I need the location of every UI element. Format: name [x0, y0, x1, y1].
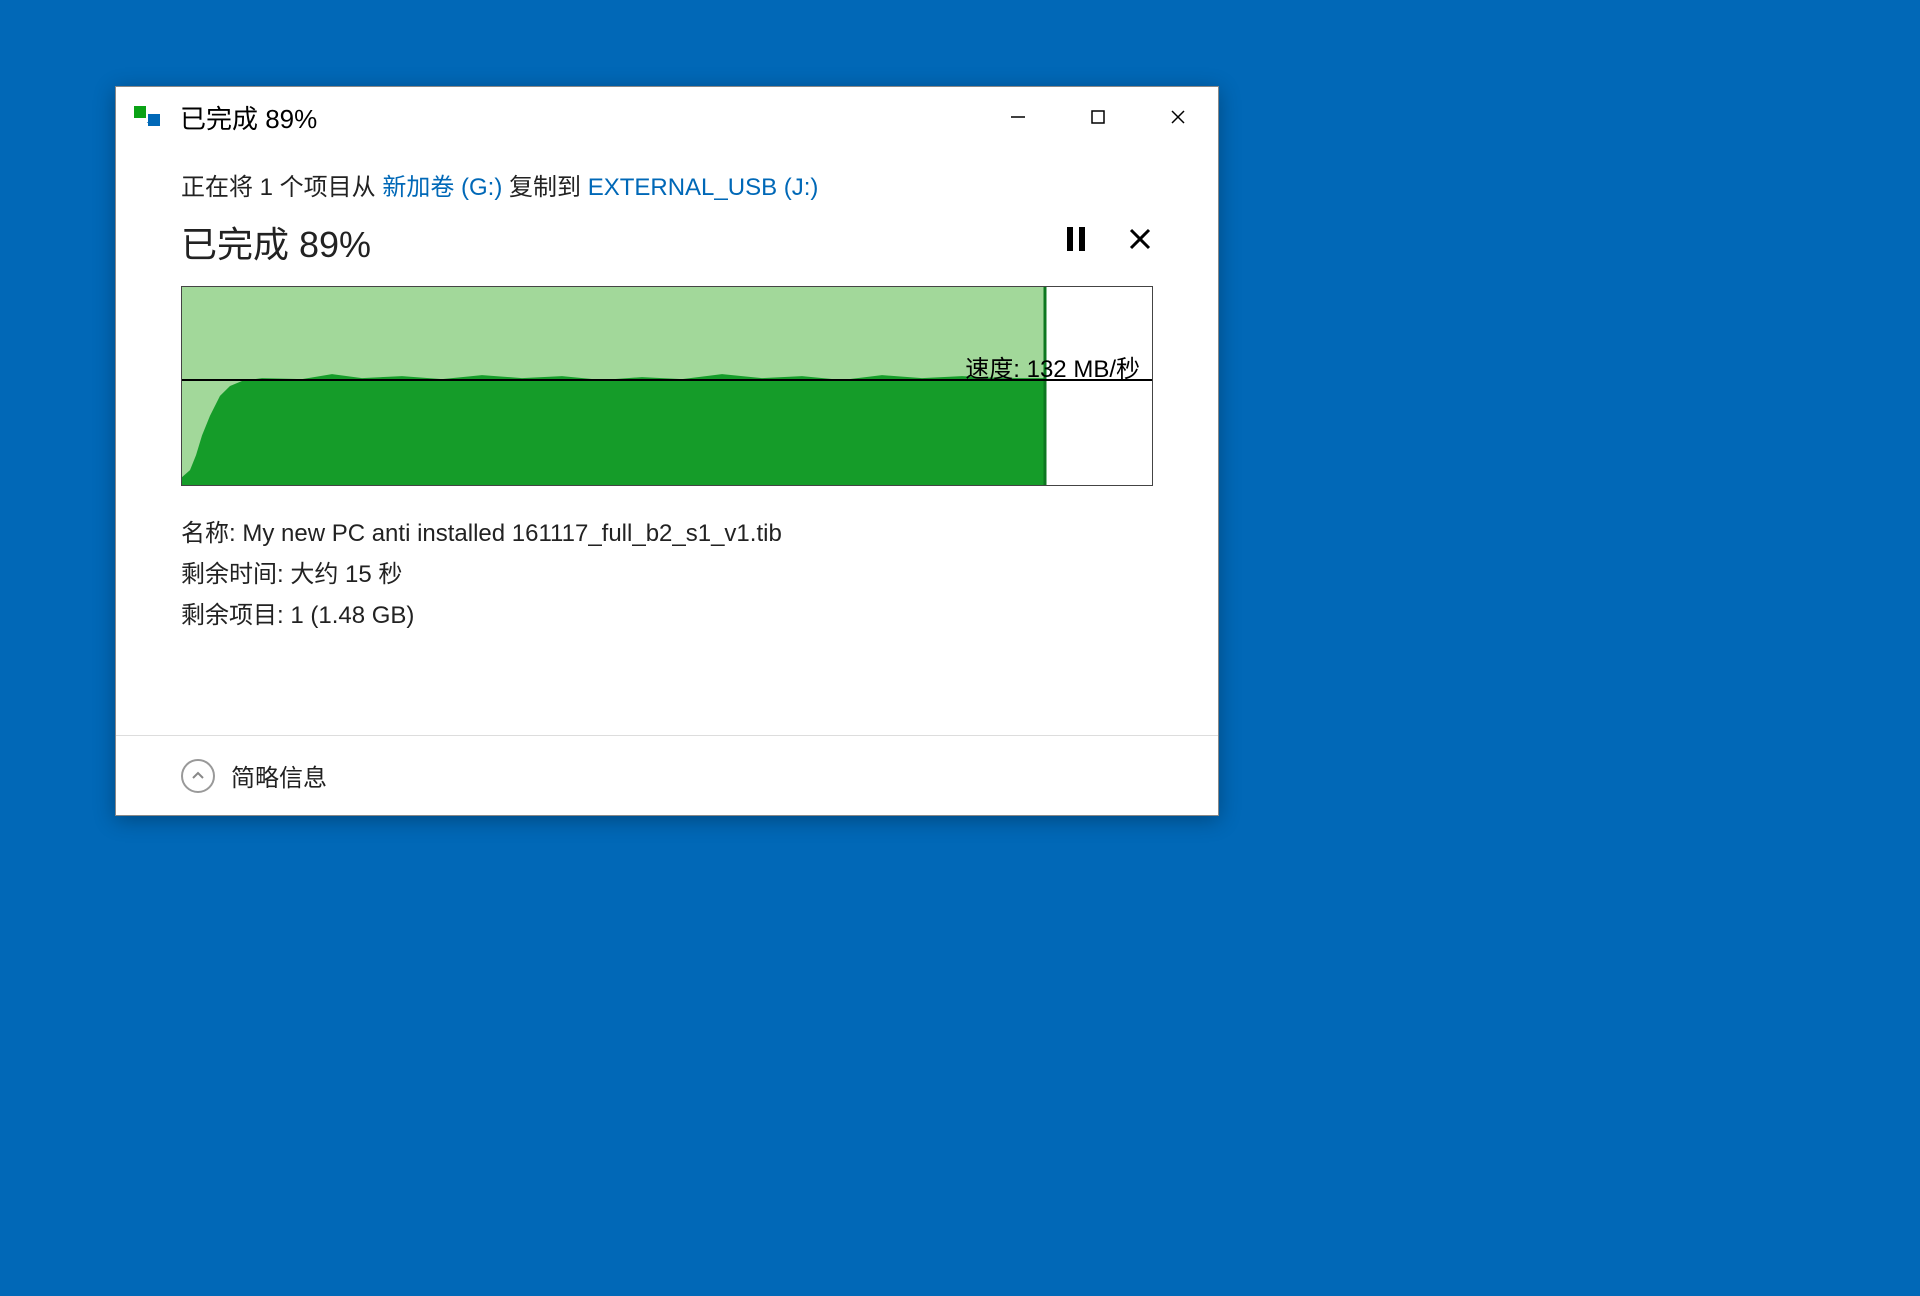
dest-link[interactable]: EXTERNAL_USB (J:): [588, 174, 819, 201]
titlebar[interactable]: → 已完成 89%: [116, 87, 1218, 147]
copy-description: 正在将 1 个项目从 新加卷 (G:) 复制到 EXTERNAL_USB (J:…: [181, 167, 1153, 202]
progress-row: 已完成 89%: [181, 216, 1153, 268]
items-value: 1 (1.48 GB): [290, 602, 414, 629]
copy-prefix: 正在将 1 个项目从: [181, 174, 382, 201]
content-area: 正在将 1 个项目从 新加卷 (G:) 复制到 EXTERNAL_USB (J:…: [116, 147, 1218, 636]
source-link[interactable]: 新加卷 (G:): [382, 174, 502, 201]
toggle-details-label[interactable]: 简略信息: [231, 758, 327, 793]
progress-text: 已完成 89%: [181, 216, 371, 268]
toggle-details-button[interactable]: [181, 759, 215, 793]
footer: 简略信息: [116, 735, 1218, 815]
close-button[interactable]: [1138, 87, 1218, 147]
name-value: My new PC anti installed 161117_full_b2_…: [242, 520, 781, 547]
action-buttons: [1065, 225, 1153, 260]
detail-time: 剩余时间: 大约 15 秒: [181, 555, 1153, 596]
copy-icon: →: [134, 106, 166, 128]
maximize-button[interactable]: [1058, 87, 1138, 147]
time-value: 大约 15 秒: [290, 561, 402, 588]
copy-progress-window: → 已完成 89% 正在将 1 个项目从 新加卷 (G:) 复制到 EXTERN…: [115, 86, 1219, 816]
items-label: 剩余项目:: [181, 602, 290, 629]
cancel-button[interactable]: [1127, 226, 1153, 259]
pause-button[interactable]: [1065, 225, 1087, 260]
speed-chart: 速度: 132 MB/秒: [181, 286, 1153, 486]
time-label: 剩余时间:: [181, 561, 290, 588]
details-block: 名称: My new PC anti installed 161117_full…: [181, 514, 1153, 636]
name-label: 名称:: [181, 520, 242, 547]
window-title: 已完成 89%: [180, 99, 978, 136]
window-controls: [978, 87, 1218, 147]
copy-middle: 复制到: [502, 174, 587, 201]
detail-items: 剩余项目: 1 (1.48 GB): [181, 596, 1153, 637]
chevron-up-icon: [190, 768, 206, 784]
minimize-button[interactable]: [978, 87, 1058, 147]
detail-name: 名称: My new PC anti installed 161117_full…: [181, 514, 1153, 555]
speed-label: 速度: 132 MB/秒: [965, 349, 1140, 384]
speed-curve: [182, 287, 1152, 485]
